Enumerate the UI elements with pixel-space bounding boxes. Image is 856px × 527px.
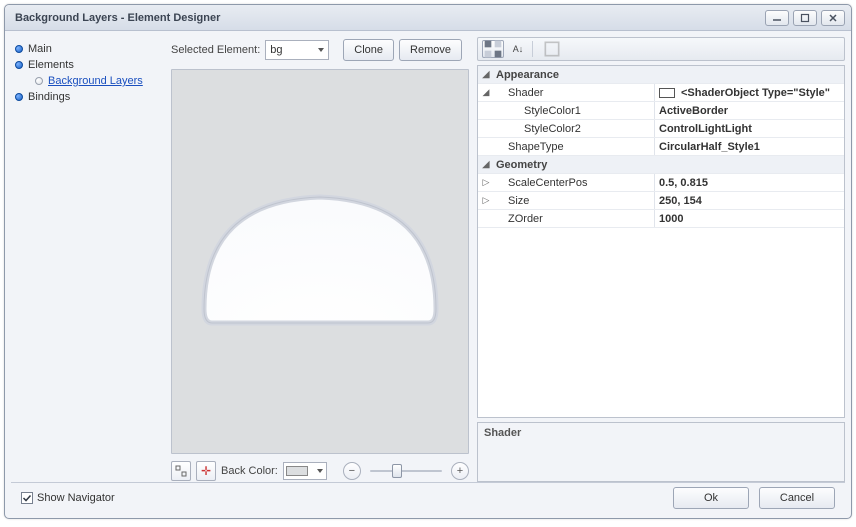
categorized-button[interactable] (482, 40, 504, 58)
description-panel: Shader (477, 422, 845, 482)
property-value[interactable]: ControlLightLight (654, 120, 844, 137)
property-row-shader[interactable]: ◢ Shader <ShaderObject Type="Style" (478, 84, 844, 102)
sidebar: Main Elements Background Layers Bindings (11, 37, 167, 482)
properties-pages-button (541, 40, 563, 58)
cancel-button[interactable]: Cancel (759, 487, 835, 509)
edit-icon (175, 465, 187, 477)
property-value[interactable]: 1000 (654, 210, 844, 227)
preview-canvas[interactable] (171, 69, 469, 454)
designer-window: Background Layers - Element Designer Mai… (4, 4, 852, 519)
property-grid[interactable]: ◢ Appearance ◢ Shader <ShaderObject Type… (477, 65, 845, 418)
property-value[interactable]: <ShaderObject Type="Style" (654, 84, 844, 101)
category-appearance[interactable]: ◢ Appearance (478, 66, 844, 84)
footer: Show Navigator Ok Cancel (11, 482, 845, 512)
color-swatch (286, 466, 308, 476)
center-button[interactable]: ✛ (196, 461, 216, 481)
sidebar-item-background-layers[interactable]: Background Layers (11, 73, 167, 89)
selected-element-label: Selected Element: (171, 44, 260, 56)
property-value[interactable]: 250, 154 (654, 192, 844, 209)
property-value[interactable]: ActiveBorder (654, 102, 844, 119)
expand-icon[interactable]: ▷ (478, 192, 494, 209)
property-row-size[interactable]: ▷ Size 250, 154 (478, 192, 844, 210)
bullet-icon (15, 45, 23, 53)
sidebar-item-elements[interactable]: Elements (11, 57, 167, 73)
sidebar-item-label: Elements (28, 59, 74, 71)
ok-button[interactable]: Ok (673, 487, 749, 509)
expand-icon[interactable]: ▷ (478, 174, 494, 191)
sidebar-item-label: Background Layers (48, 75, 143, 87)
center-column: Selected Element: bg Clone Remove (167, 37, 473, 482)
window-title: Background Layers - Element Designer (15, 12, 761, 24)
property-row-scalecenterpos[interactable]: ▷ ScaleCenterPos 0.5, 0.815 (478, 174, 844, 192)
property-value[interactable]: CircularHalf_Style1 (654, 138, 844, 155)
main-grid: Main Elements Background Layers Bindings (11, 37, 845, 482)
selected-element-value: bg (270, 44, 282, 56)
color-swatch (659, 88, 675, 98)
bullet-icon (15, 61, 23, 69)
selected-element-dropdown[interactable]: bg (265, 40, 329, 60)
property-row-shapetype[interactable]: ShapeType CircularHalf_Style1 (478, 138, 844, 156)
zoom-slider[interactable] (370, 462, 442, 480)
close-button[interactable] (821, 10, 845, 26)
property-row-zorder[interactable]: ZOrder 1000 (478, 210, 844, 228)
shape-preview (194, 183, 446, 341)
slider-thumb[interactable] (392, 464, 402, 478)
properties-panel: A↓ ◢ Appearance ◢ S (473, 37, 845, 482)
property-row-stylecolor2[interactable]: StyleColor2 ControlLightLight (478, 120, 844, 138)
maximize-button[interactable] (793, 10, 817, 26)
description-title: Shader (484, 427, 521, 439)
body: Main Elements Background Layers Bindings (5, 31, 851, 518)
remove-button[interactable]: Remove (399, 39, 462, 61)
zoom-in-button[interactable]: + (451, 462, 469, 480)
minimize-button[interactable] (765, 10, 789, 26)
maximize-icon (800, 13, 810, 23)
zoom-out-button[interactable]: − (343, 462, 361, 480)
titlebar: Background Layers - Element Designer (5, 5, 851, 31)
category-geometry[interactable]: ◢ Geometry (478, 156, 844, 174)
backcolor-label: Back Color: (221, 465, 278, 477)
element-toolbar: Selected Element: bg Clone Remove (171, 37, 469, 63)
collapse-icon[interactable]: ◢ (478, 66, 494, 83)
collapse-icon[interactable]: ◢ (478, 156, 494, 173)
categorized-icon (483, 39, 503, 59)
sidebar-item-bindings[interactable]: Bindings (11, 89, 167, 105)
check-icon (22, 493, 32, 503)
sidebar-item-label: Bindings (28, 91, 70, 103)
show-navigator-checkbox[interactable]: Show Navigator (21, 492, 115, 504)
checkbox-box (21, 492, 33, 504)
target-icon: ✛ (201, 465, 211, 477)
slider-track (370, 470, 442, 472)
close-icon (828, 13, 838, 23)
alphabetical-button[interactable]: A↓ (507, 40, 529, 58)
bullet-icon (35, 77, 43, 85)
az-icon: A↓ (513, 44, 524, 54)
sidebar-item-main[interactable]: Main (11, 41, 167, 57)
property-row-stylecolor1[interactable]: StyleColor1 ActiveBorder (478, 102, 844, 120)
clone-button[interactable]: Clone (343, 39, 394, 61)
properties-toolbar: A↓ (477, 37, 845, 61)
edit-shape-button[interactable] (171, 461, 191, 481)
pages-icon (542, 39, 562, 59)
minimize-icon (772, 13, 782, 23)
show-navigator-label: Show Navigator (37, 492, 115, 504)
bullet-icon (15, 93, 23, 101)
backcolor-picker[interactable] (283, 462, 327, 480)
collapse-icon[interactable]: ◢ (478, 84, 494, 101)
property-value[interactable]: 0.5, 0.815 (654, 174, 844, 191)
canvas-toolbar: ✛ Back Color: − + (171, 460, 469, 482)
sidebar-item-label: Main (28, 43, 52, 55)
